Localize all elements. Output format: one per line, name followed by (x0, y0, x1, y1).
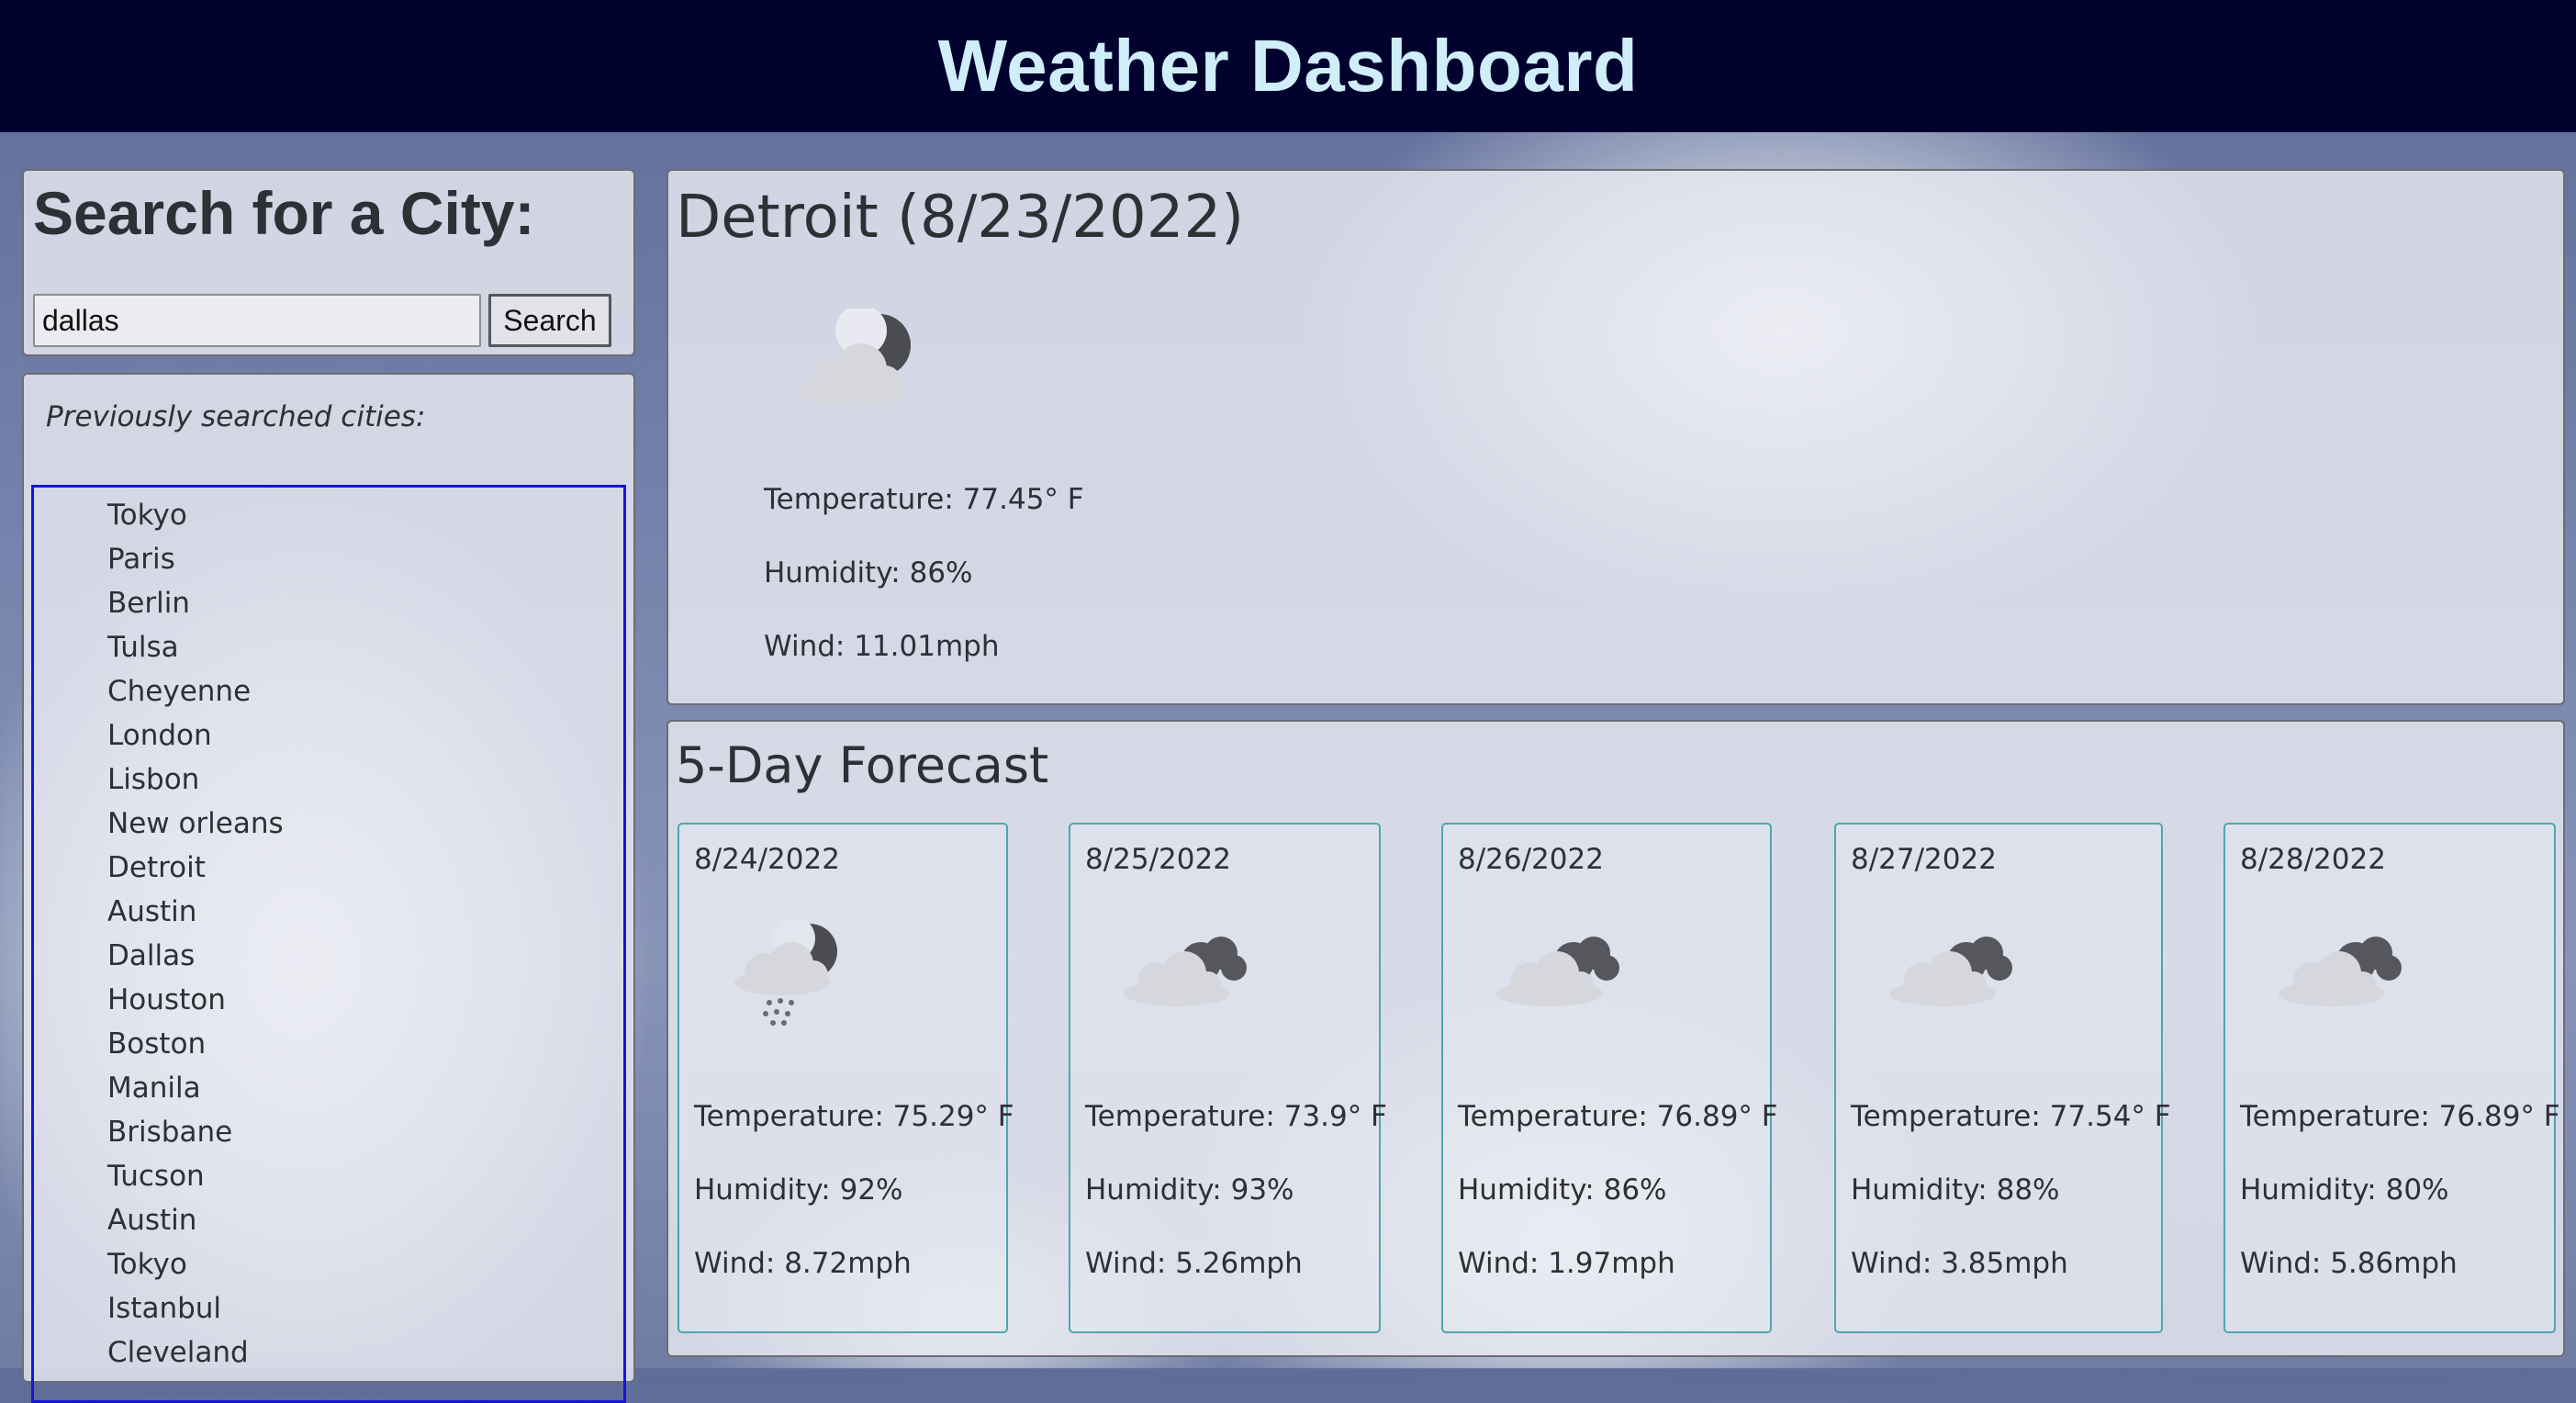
page-title: Weather Dashboard (937, 25, 1639, 107)
history-item[interactable]: Brisbane (34, 1110, 623, 1154)
search-history-panel: Previously searched cities: Tokyo Paris … (22, 373, 635, 1403)
forecast-temperature: Temperature: 76.89° F (1458, 1100, 1778, 1133)
search-panel: Search for a City: Search (22, 169, 635, 356)
current-temperature: Temperature: 77.45° F (764, 483, 1084, 516)
history-item[interactable]: Detroit (34, 846, 623, 890)
forecast-date: 8/24/2022 (694, 843, 840, 876)
forecast-date: 8/25/2022 (1085, 843, 1231, 876)
history-item[interactable]: Manila (34, 1066, 623, 1110)
forecast-panel: 5-Day Forecast 8/24/2022 Temperature: 75… (666, 720, 2565, 1357)
history-item[interactable]: Lisbon (34, 758, 623, 802)
broken-clouds-icon (1496, 937, 1619, 1006)
history-item[interactable]: Tokyo (34, 1242, 623, 1286)
history-item[interactable]: Tucson (34, 1154, 623, 1198)
forecast-humidity: Humidity: 86% (1458, 1173, 1667, 1207)
forecast-temperature: Temperature: 75.29° F (694, 1100, 1014, 1133)
history-item[interactable]: Tokyo (34, 493, 623, 537)
forecast-humidity: Humidity: 93% (1085, 1173, 1294, 1207)
current-humidity: Humidity: 86% (764, 556, 973, 589)
history-item[interactable]: Cheyenne (34, 669, 623, 713)
cloud-moon-rain-icon (734, 920, 837, 1026)
forecast-date: 8/27/2022 (1851, 843, 1997, 876)
history-item[interactable]: Berlin (34, 581, 623, 625)
forecast-temperature: Temperature: 76.89° F (2240, 1100, 2560, 1133)
history-item[interactable]: Austin (34, 890, 623, 934)
forecast-card: 8/25/2022 Temperature: 73.9° F Humidity:… (1069, 823, 1387, 1333)
history-item[interactable]: Austin (34, 1198, 623, 1242)
broken-clouds-icon (1889, 937, 2012, 1006)
history-item[interactable]: Tulsa (34, 625, 623, 669)
history-item[interactable]: Paris (34, 537, 623, 581)
forecast-wind: Wind: 8.72mph (694, 1247, 912, 1280)
current-city-title: Detroit (8/23/2022) (676, 184, 1245, 252)
forecast-humidity: Humidity: 92% (694, 1173, 903, 1207)
forecast-humidity: Humidity: 88% (1851, 1173, 2060, 1207)
search-button[interactable]: Search (488, 294, 611, 347)
history-item[interactable]: Boston (34, 1022, 623, 1066)
forecast-wind: Wind: 5.26mph (1085, 1247, 1303, 1280)
forecast-card: 8/26/2022 Temperature: 76.89° F Humidity… (1441, 823, 1778, 1333)
history-item[interactable]: Houston (34, 978, 623, 1022)
forecast-wind: Wind: 1.97mph (1458, 1247, 1675, 1280)
forecast-date: 8/28/2022 (2240, 843, 2386, 876)
app-header: Weather Dashboard (0, 0, 2576, 132)
history-list: Tokyo Paris Berlin Tulsa Cheyenne London… (31, 485, 626, 1403)
forecast-card: 8/27/2022 Temperature: 77.54° F Humidity… (1834, 823, 2171, 1333)
forecast-wind: Wind: 5.86mph (2240, 1247, 2458, 1280)
city-search-input[interactable] (33, 294, 481, 347)
history-item[interactable]: London (34, 713, 623, 758)
broken-clouds-icon (1124, 937, 1247, 1006)
history-item[interactable]: Istanbul (34, 1286, 623, 1330)
history-heading: Previously searched cities: (46, 400, 426, 433)
cloud-moon-icon (797, 309, 911, 406)
forecast-card: 8/24/2022 Temperature: 75.29° F Humidity… (678, 823, 1014, 1333)
forecast-card: 8/28/2022 Temperature: 76.89° F Humidity… (2223, 823, 2560, 1333)
search-heading: Search for a City: (33, 179, 535, 247)
current-wind: Wind: 11.01mph (764, 630, 1000, 663)
forecast-humidity: Humidity: 80% (2240, 1173, 2449, 1207)
forecast-date: 8/26/2022 (1458, 843, 1604, 876)
history-item[interactable]: Dallas (34, 934, 623, 978)
forecast-temperature: Temperature: 73.9° F (1085, 1100, 1387, 1133)
forecast-heading: 5-Day Forecast (676, 736, 1049, 794)
history-item[interactable]: New orleans (34, 802, 623, 846)
forecast-temperature: Temperature: 77.54° F (1851, 1100, 2171, 1133)
current-weather-panel: Detroit (8/23/2022) Temperature: 77.45° … (666, 169, 2565, 705)
broken-clouds-icon (2279, 937, 2402, 1006)
forecast-wind: Wind: 3.85mph (1851, 1247, 2068, 1280)
